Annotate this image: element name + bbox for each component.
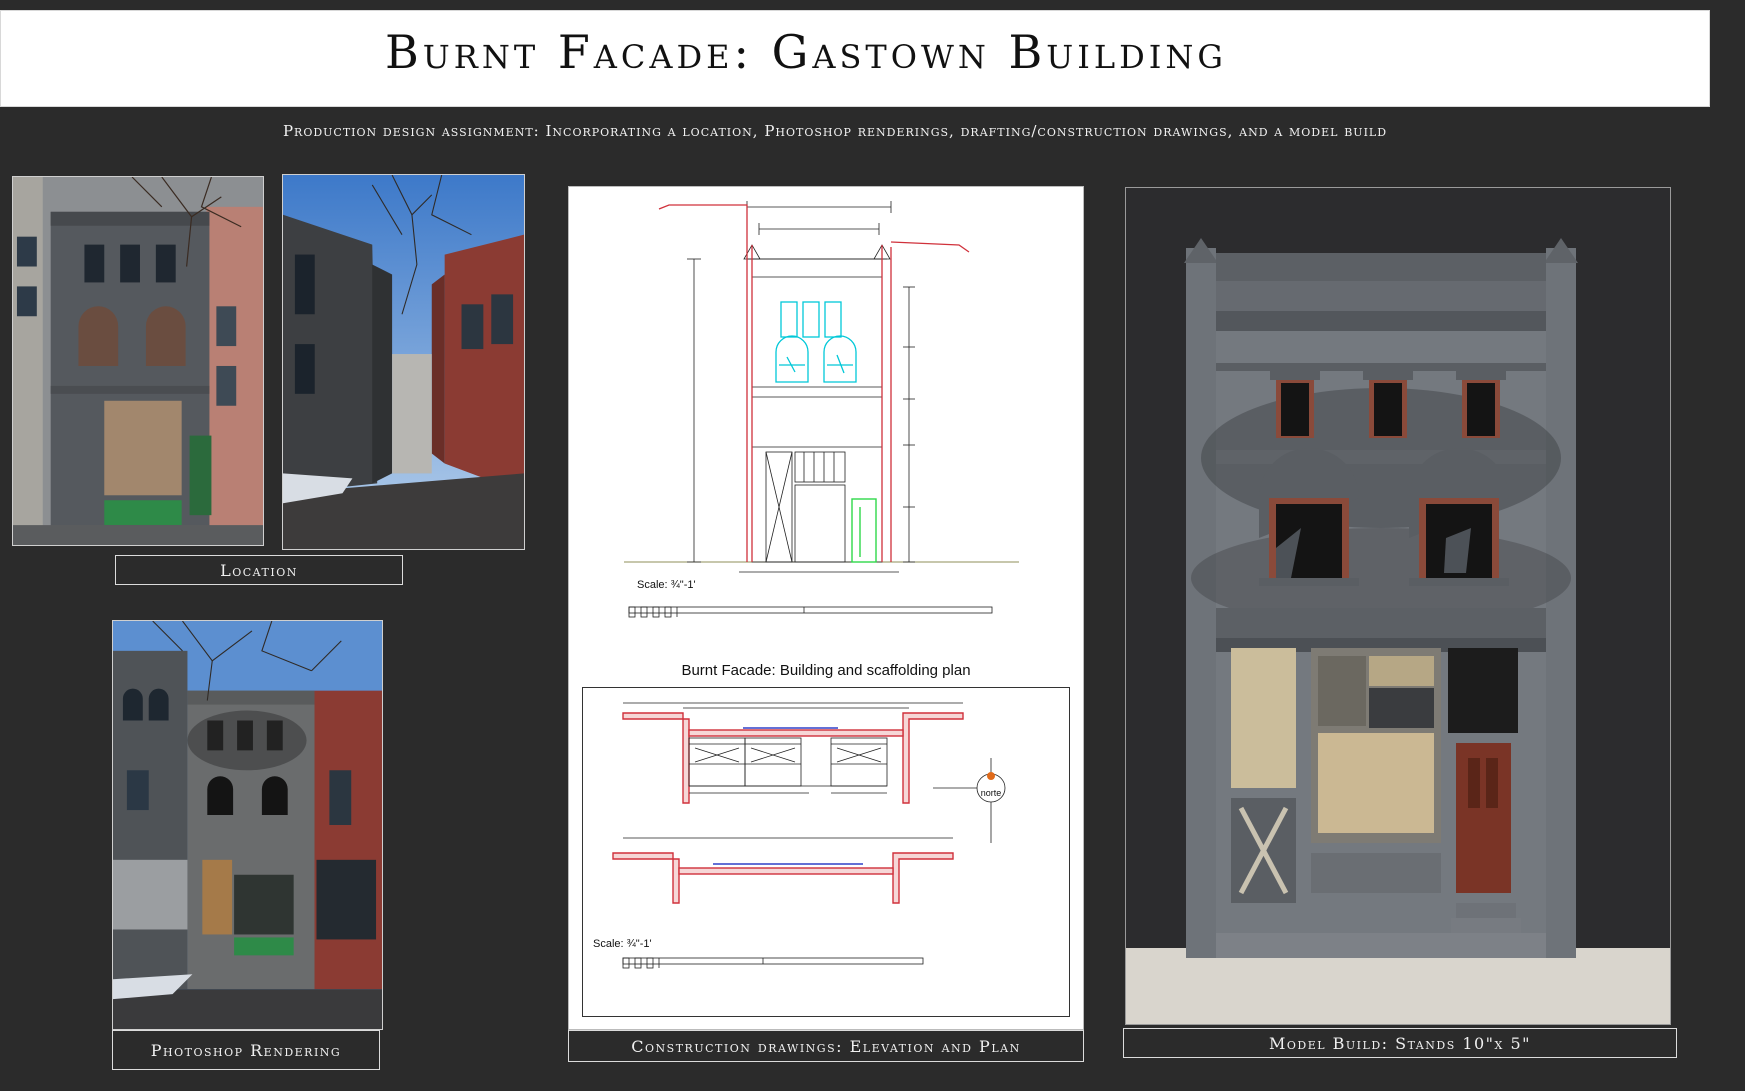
scaffolding-plan-drawing: norte xyxy=(612,702,1006,969)
drawings-caption: Construction drawings: Elevation and Pla… xyxy=(568,1030,1084,1062)
page-subtitle: Production design assignment: Incorporat… xyxy=(282,122,1388,140)
location-photo-street xyxy=(282,174,525,550)
title-banner: Burnt Facade: Gastown Building xyxy=(0,10,1710,107)
model-build-photo xyxy=(1125,187,1671,1025)
plan-scale-label: Scale: ¾"-1' xyxy=(593,938,652,950)
rendering-caption: Photoshop Rendering xyxy=(112,1030,380,1070)
elevation-scale-label: Scale: ¾"-1' xyxy=(637,579,696,591)
page-title: Burnt Facade: Gastown Building xyxy=(385,25,1227,79)
north-label: norte xyxy=(981,788,1002,798)
location-photo-front xyxy=(12,176,264,546)
photoshop-rendering-image xyxy=(112,620,383,1030)
model-caption: Model Build: Stands 10"x 5" xyxy=(1123,1028,1677,1058)
location-caption: Location xyxy=(115,555,403,585)
scaffolding-plan-box: norte Scale: ¾"-1' xyxy=(582,687,1070,1017)
plan-title: Burnt Facade: Building and scaffolding p… xyxy=(681,662,971,679)
construction-drawing-sheet: Scale: ¾"-1' Burnt Facade: Building and … xyxy=(568,186,1084,1030)
